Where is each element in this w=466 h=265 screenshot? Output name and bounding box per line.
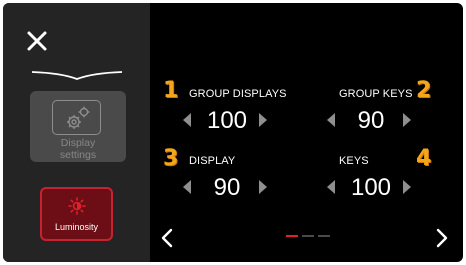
display-label: DISPLAY [189,155,236,167]
page-dot-1 [286,235,298,237]
keys-decrease-button[interactable] [327,180,335,194]
menu-collapse-indicator [31,71,123,80]
previous-page-button[interactable] [161,228,173,248]
group-keys-decrease-button[interactable] [327,113,335,127]
page-dot-3 [318,235,330,237]
display-settings-screen: Display settings Luminosity 1 GROUP DISP… [3,3,463,262]
control-badge-3: 3 [163,146,179,171]
group-keys-label: GROUP KEYS [339,88,413,100]
chevron-left-icon [161,228,173,248]
keys-increase-button[interactable] [403,180,411,194]
gear-icon [67,106,90,129]
group-displays-label: GROUP DISPLAYS [189,88,287,100]
display-decrease-button[interactable] [183,180,191,194]
control-badge-1: 1 [163,78,179,103]
page-dot-2 [302,235,314,237]
control-badge-2: 2 [416,78,432,103]
group-displays-increase-button[interactable] [259,113,267,127]
luminosity-button[interactable]: Luminosity [40,187,113,241]
page-indicator [286,235,336,239]
close-button[interactable] [25,29,49,53]
close-icon [27,31,47,51]
keys-value: 100 [350,174,392,201]
group-keys-increase-button[interactable] [403,113,411,127]
group-keys-value: 90 [357,107,385,134]
sidebar: Display settings Luminosity [3,3,150,262]
chevron-right-icon [436,228,448,248]
group-displays-value: 100 [206,107,248,134]
next-page-button[interactable] [436,228,448,248]
display-increase-button[interactable] [259,180,267,194]
sun-icon [68,197,86,215]
group-displays-decrease-button[interactable] [183,113,191,127]
control-badge-4: 4 [416,146,432,171]
display-settings-icon-frame [52,100,101,135]
display-value: 90 [213,174,241,201]
display-settings-label: Display settings [59,137,97,161]
luminosity-label: Luminosity [54,222,99,232]
keys-label: KEYS [339,155,369,167]
display-settings-button[interactable]: Display settings [30,91,126,162]
